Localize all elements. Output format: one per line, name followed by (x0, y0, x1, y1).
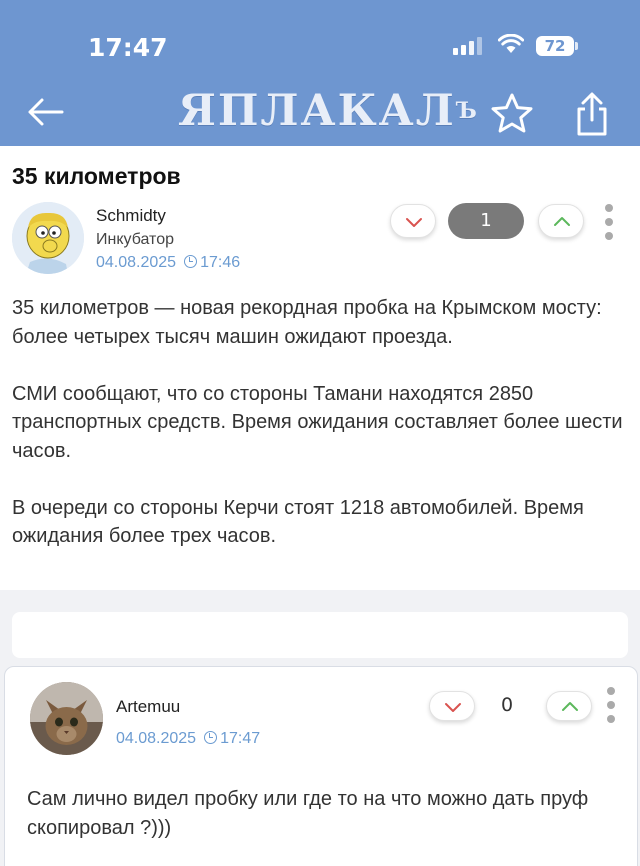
more-options-icon[interactable] (601, 204, 617, 240)
comment-more-options-icon[interactable] (603, 687, 619, 723)
post-title[interactable]: 35 километров (12, 163, 181, 190)
comment-downvote-button[interactable] (429, 691, 475, 721)
comment-upvote-button[interactable] (546, 691, 592, 721)
commenter-name[interactable]: Artemuu (116, 697, 180, 717)
app-header: 17:47 72 ЯПЛАКАЛЪ (0, 0, 640, 146)
comment-rating: 0 (500, 694, 514, 716)
blank-card (12, 612, 628, 658)
chevron-down-icon (445, 703, 461, 712)
comment-date-text: 04.08.2025 (116, 730, 197, 747)
author-name[interactable]: Schmidty (96, 206, 166, 226)
comment-text: Сам лично видел пробку или где то на что… (27, 788, 589, 839)
site-logo[interactable]: ЯПЛАКАЛЪ (178, 86, 477, 136)
comment-date: 04.08.2025 17:47 (116, 730, 260, 748)
back-arrow-icon[interactable] (24, 92, 68, 132)
upvote-button[interactable] (538, 204, 584, 238)
author-avatar[interactable] (12, 202, 84, 274)
post-date-text: 04.08.2025 (96, 254, 177, 271)
share-icon[interactable] (570, 90, 614, 138)
star-icon[interactable] (488, 90, 536, 136)
author-status: Инкубатор (96, 231, 174, 248)
clock-icon (204, 731, 218, 744)
logo-sup: Ъ (455, 98, 479, 124)
post-paragraph: 35 километров — новая рекордная пробка н… (12, 297, 602, 348)
clock-icon (184, 255, 198, 268)
post-paragraph: СМИ сообщают, что со стороны Тамани нахо… (12, 382, 623, 462)
chevron-down-icon (406, 218, 422, 227)
cat-avatar-image (30, 682, 103, 755)
downvote-button[interactable] (390, 204, 436, 238)
signal-icon (453, 37, 487, 55)
post-rating: 1 (448, 203, 524, 239)
status-time: 17:47 (88, 33, 168, 62)
chevron-up-icon (554, 217, 570, 226)
battery-icon: 72 (536, 36, 574, 56)
commenter-avatar[interactable] (30, 682, 103, 755)
post-time-text: 17:46 (200, 254, 241, 271)
battery-tip (575, 42, 578, 50)
post-body: 35 километров — новая рекордная пробка н… (12, 294, 632, 579)
wifi-icon (498, 34, 524, 53)
ralph-avatar-image (12, 202, 84, 274)
post-date: 04.08.2025 17:46 (96, 254, 240, 272)
post-card: 35 километров Schmidty Инкубатор 04.08.2… (0, 146, 640, 590)
comment-time-text: 17:47 (220, 730, 261, 747)
post-paragraph: В очереди со стороны Керчи стоят 1218 ав… (12, 496, 584, 548)
logo-text: ЯПЛАКАЛ (178, 86, 456, 136)
chevron-up-icon (562, 702, 578, 711)
comment-card: Artemuu 04.08.2025 17:47 0 Сам лично виде… (4, 666, 638, 866)
